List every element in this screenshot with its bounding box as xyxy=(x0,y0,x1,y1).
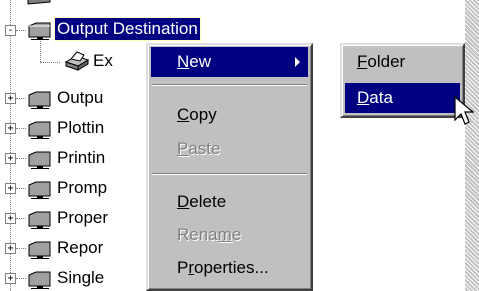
mouse-pointer-icon xyxy=(454,96,474,125)
network-folder-icon xyxy=(26,176,54,200)
access-key: m xyxy=(217,225,232,244)
menu-item-rename[interactable]: Rename xyxy=(151,220,308,250)
tree-node[interactable]: Proper xyxy=(57,207,108,229)
tree-node-output-destination[interactable]: Output Destination xyxy=(54,17,201,41)
menu-item-label: New xyxy=(177,52,212,71)
access-key: D xyxy=(177,192,190,211)
expand-toggle[interactable]: + xyxy=(5,93,16,104)
printer-icon xyxy=(62,48,90,72)
expand-toggle[interactable]: + xyxy=(5,153,16,164)
network-folder-icon xyxy=(26,17,54,41)
tree-connector xyxy=(16,248,26,249)
menu-separator xyxy=(152,173,307,175)
tree-node[interactable]: Plottin xyxy=(57,117,104,139)
tree-node[interactable]: Single xyxy=(57,267,104,289)
network-folder-icon xyxy=(26,266,54,290)
tree-connector xyxy=(16,278,26,279)
tree-connector xyxy=(16,218,26,219)
access-key: C xyxy=(177,105,190,124)
tree-node[interactable]: Promp xyxy=(57,177,107,199)
tree-node-child[interactable]: Ex xyxy=(93,50,113,72)
expand-toggle[interactable]: + xyxy=(5,273,16,284)
tree-connector xyxy=(16,30,26,31)
tree-connector xyxy=(16,98,26,99)
menu-item-data[interactable]: Data xyxy=(345,83,460,113)
expand-toggle[interactable]: + xyxy=(5,213,16,224)
expand-toggle[interactable]: + xyxy=(5,243,16,254)
tree-connector xyxy=(40,62,60,63)
menu-item-label: Data xyxy=(357,88,393,107)
network-folder-icon xyxy=(26,206,54,230)
context-menu: New Copy Paste Delete Rename Properties.… xyxy=(146,43,313,291)
access-key: N xyxy=(177,52,190,71)
tree-connector xyxy=(16,128,26,129)
access-key: F xyxy=(357,52,368,71)
vertical-scrollbar[interactable] xyxy=(465,0,479,291)
network-folder-icon xyxy=(26,116,54,140)
tree-node[interactable]: Repor xyxy=(57,237,103,259)
access-key: D xyxy=(357,88,370,107)
expand-toggle[interactable]: + xyxy=(5,123,16,134)
access-key: P xyxy=(177,139,189,158)
menu-item-label: Folder xyxy=(357,52,406,71)
menu-item-label: Properties... xyxy=(177,258,269,277)
expand-toggle[interactable]: + xyxy=(5,183,16,194)
menu-item-folder[interactable]: Folder xyxy=(345,47,460,77)
menu-item-copy[interactable]: Copy xyxy=(151,100,308,130)
menu-item-paste[interactable]: Paste xyxy=(151,134,308,164)
tree-connector xyxy=(16,188,26,189)
menu-separator xyxy=(152,84,307,86)
network-folder-icon xyxy=(26,86,54,110)
tree-node[interactable]: Outpu xyxy=(57,87,103,109)
network-folder-icon xyxy=(26,146,54,170)
access-key: r xyxy=(188,258,195,277)
menu-item-label: Delete xyxy=(177,192,227,211)
folder-icon xyxy=(26,0,54,8)
menu-item-properties[interactable]: Properties... xyxy=(151,253,308,283)
network-folder-icon xyxy=(26,236,54,260)
menu-item-label: Paste xyxy=(177,139,221,158)
collapse-toggle[interactable]: - xyxy=(5,25,16,36)
tree-connector xyxy=(16,158,26,159)
menu-item-delete[interactable]: Delete xyxy=(151,187,308,217)
new-submenu: Folder Data xyxy=(340,43,465,118)
menu-item-new[interactable]: New xyxy=(151,47,308,77)
menu-item-label: Rename xyxy=(177,225,242,244)
menu-item-label: Copy xyxy=(177,105,217,124)
tree-node[interactable]: Printin xyxy=(57,147,105,169)
submenu-arrow-icon xyxy=(295,57,300,67)
